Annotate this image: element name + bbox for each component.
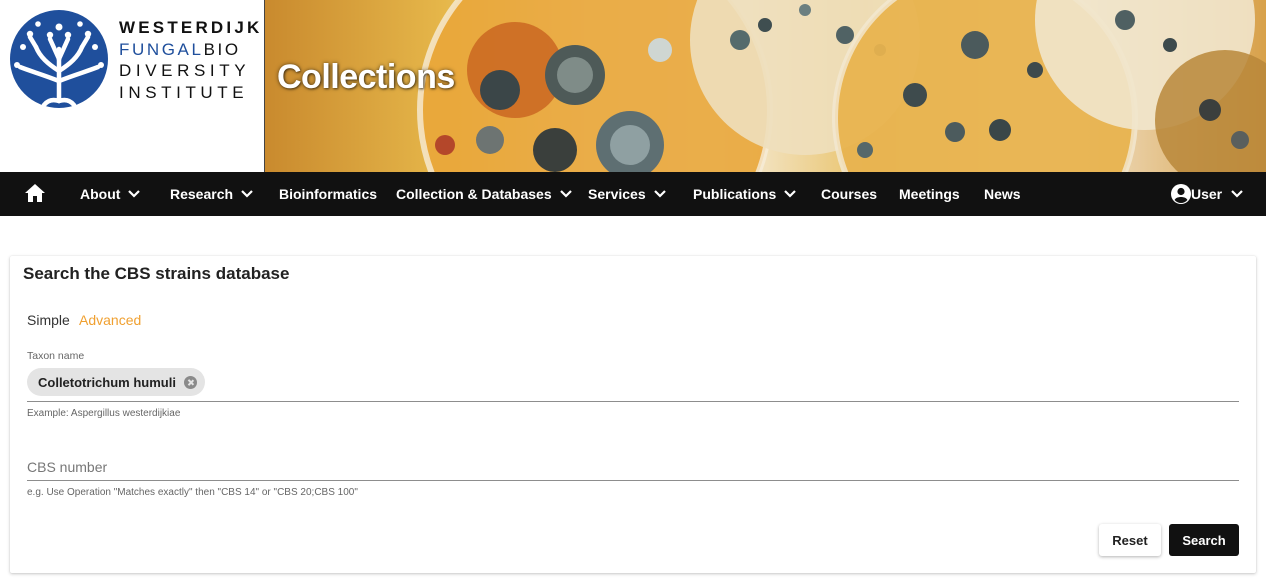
page-title: Search the CBS strains database xyxy=(23,264,290,283)
nav-item-about[interactable]: About xyxy=(80,172,141,216)
nav-item-courses[interactable]: Courses xyxy=(821,172,877,216)
logo-line-2-dark: BIO xyxy=(203,39,241,59)
logo-line-1: WESTERDIJK xyxy=(119,18,263,37)
site-header: WESTERDIJK FUNGALBIO DIVERSITY INSTITUTE xyxy=(0,0,1266,172)
taxon-chip-label: Colletotrichum humuli xyxy=(38,374,176,390)
logo-line-2-blue: FUNGAL xyxy=(119,39,204,59)
logo-line-2: FUNGALBIO xyxy=(119,39,259,61)
logo-line-4: INSTITUTE xyxy=(119,82,249,102)
nav-item-collection-databases[interactable]: Collection & Databases xyxy=(396,172,572,216)
nav-item-bioinformatics[interactable]: Bioinformatics xyxy=(279,172,377,216)
tab-advanced[interactable]: Advanced xyxy=(79,312,141,328)
nav-item-label: Collection & Databases xyxy=(396,186,552,202)
chevron-down-icon xyxy=(559,190,572,198)
search-button[interactable]: Search xyxy=(1169,524,1239,556)
nav-item-label: News xyxy=(984,186,1021,202)
cbs-number-input[interactable] xyxy=(27,456,1239,478)
nav-item-news[interactable]: News xyxy=(984,172,1021,216)
logo-wordmark: WESTERDIJK FUNGALBIO DIVERSITY INSTITUTE xyxy=(119,17,259,103)
nav-item-label: About xyxy=(80,186,121,202)
taxon-name-field[interactable] xyxy=(27,401,1239,402)
logo-line-3: DIVERSITY xyxy=(119,61,251,80)
close-icon[interactable] xyxy=(183,375,197,389)
cbs-number-helper: e.g. Use Operation "Matches exactly" the… xyxy=(27,487,358,498)
search-card: Search the CBS strains database Simple A… xyxy=(10,256,1256,573)
user-menu-label: User xyxy=(1191,186,1223,202)
collections-banner: Collections xyxy=(265,0,1266,172)
nav-item-label: Courses xyxy=(821,186,878,202)
nav-item-label: Meetings xyxy=(899,186,960,202)
account-circle-icon xyxy=(1171,184,1191,204)
banner-title: Collections xyxy=(277,58,455,96)
nav-item-services[interactable]: Services xyxy=(588,172,666,216)
home-icon[interactable] xyxy=(24,183,46,203)
cbs-number-underline xyxy=(27,480,1239,481)
nav-item-research[interactable]: Research xyxy=(170,172,253,216)
user-menu[interactable]: User xyxy=(1171,172,1243,216)
chevron-down-icon xyxy=(1231,190,1243,198)
taxon-name-label: Taxon name xyxy=(27,350,85,362)
nav-item-label: Research xyxy=(170,186,234,202)
chevron-down-icon xyxy=(128,190,141,198)
taxon-name-helper: Example: Aspergillus westerdijkiae xyxy=(27,408,181,419)
main-navbar: About Research Bioinformatics Collection… xyxy=(0,172,1266,216)
reset-button[interactable]: Reset xyxy=(1099,524,1161,556)
tab-simple[interactable]: Simple xyxy=(27,312,70,328)
chevron-down-icon xyxy=(241,190,253,198)
fungal-tree-logo-icon xyxy=(10,10,108,108)
taxon-chip[interactable]: Colletotrichum humuli xyxy=(27,368,205,396)
chevron-down-icon xyxy=(653,190,666,198)
nav-item-label: Services xyxy=(588,186,646,202)
nav-item-label: Publications xyxy=(693,186,777,202)
chevron-down-icon xyxy=(784,190,797,198)
nav-item-publications[interactable]: Publications xyxy=(693,172,797,216)
logo[interactable]: WESTERDIJK FUNGALBIO DIVERSITY INSTITUTE xyxy=(0,0,265,172)
nav-item-label: Bioinformatics xyxy=(279,186,378,202)
nav-item-meetings[interactable]: Meetings xyxy=(899,172,960,216)
